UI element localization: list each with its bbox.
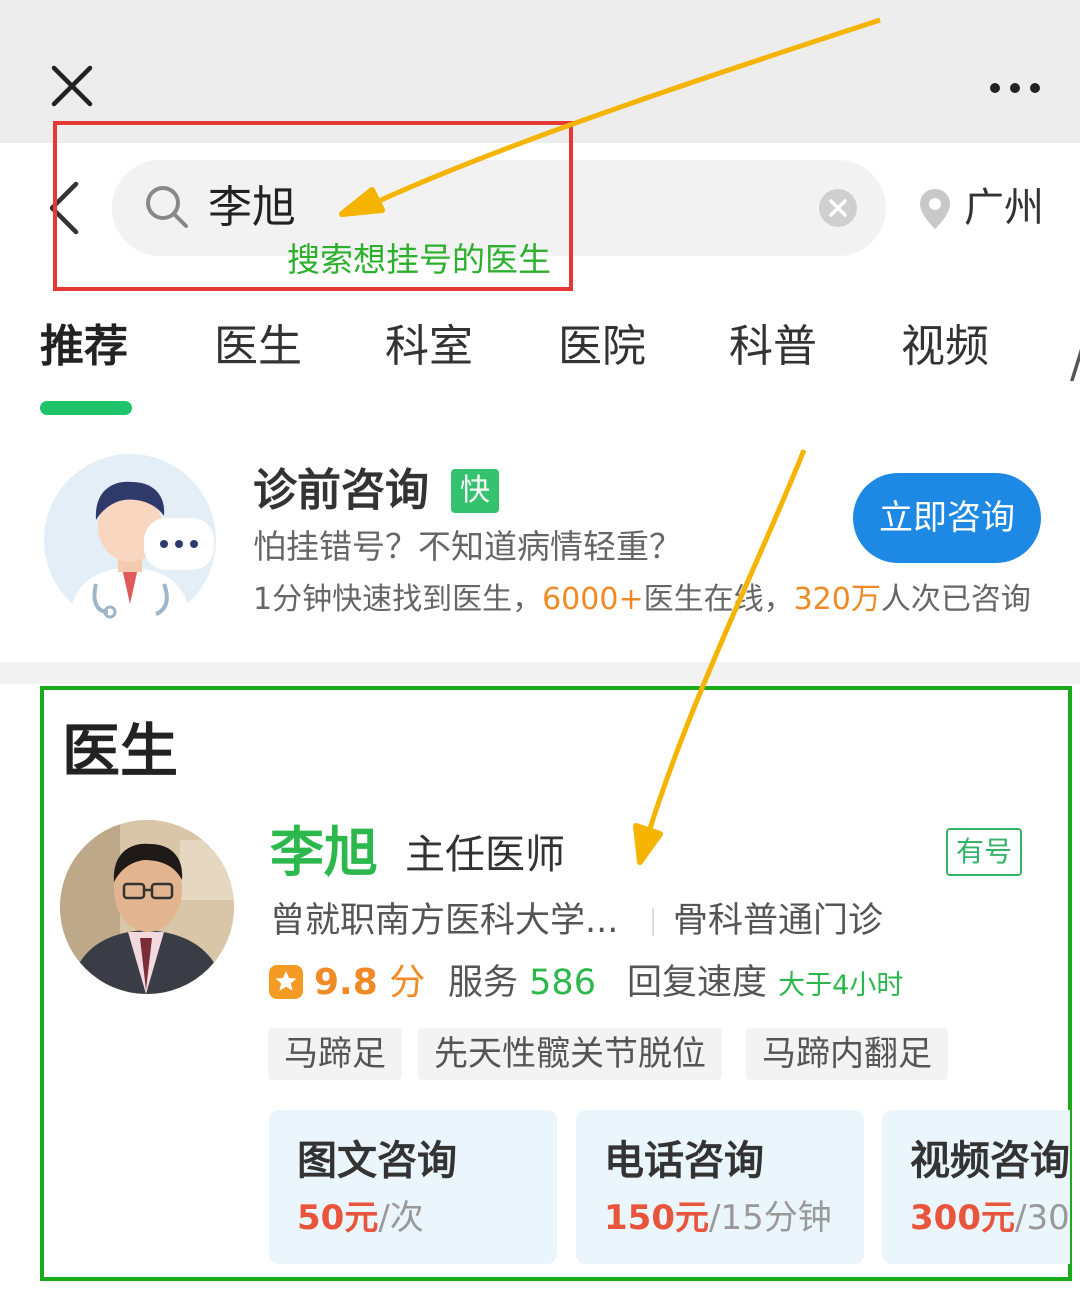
divider	[652, 908, 654, 936]
service-title: 图文咨询	[297, 1138, 457, 1184]
tab-overflow-hint: /	[1070, 333, 1080, 393]
annotation-hint: 搜索想挂号的医生	[287, 240, 551, 279]
location-pin-icon	[920, 189, 950, 229]
stats-suffix: 人次已咨询	[880, 582, 1031, 617]
rating-unit: 分	[389, 962, 426, 1003]
doctor-institution: 曾就职南方医科大学...	[270, 901, 619, 941]
doctor-title: 主任医师	[405, 832, 565, 878]
service-price: 150元/15分钟	[604, 1194, 832, 1242]
consult-title: 诊前咨询	[253, 465, 429, 516]
service-price: 50元/次	[297, 1194, 424, 1242]
doctor-name[interactable]: 李旭	[270, 820, 378, 886]
doctor-rating: 9.8 分	[314, 958, 425, 1008]
service-title: 视频咨询	[910, 1138, 1070, 1184]
doctor-avatar[interactable]	[60, 820, 234, 994]
service-card-text[interactable]: 图文咨询 50元/次	[269, 1110, 557, 1264]
consult-subtitle: 怕挂错号？不知道病情轻重？	[253, 527, 682, 566]
tab-hospital[interactable]: 医院	[558, 317, 646, 377]
tab-department[interactable]: 科室	[385, 317, 473, 377]
doctors-online-count: 6000+	[542, 582, 644, 617]
service-price: 300元/30分钟	[910, 1194, 1070, 1242]
close-icon[interactable]	[48, 62, 96, 110]
specialty-tag[interactable]: 先天性髋关节脱位	[418, 1028, 722, 1080]
availability-badge: 有号	[946, 828, 1022, 876]
price-unit: /15分钟	[708, 1198, 832, 1238]
price-amount: 50元	[297, 1198, 379, 1238]
consult-count: 320万	[793, 582, 881, 617]
tab-recommend[interactable]: 推荐	[40, 317, 128, 377]
price-unit: /30分钟	[1014, 1198, 1070, 1238]
star-rating-icon	[269, 965, 303, 999]
section-separator	[0, 662, 1080, 684]
stats-middle: 医生在线，	[643, 582, 794, 617]
service-title: 电话咨询	[604, 1138, 764, 1184]
tab-doctor[interactable]: 医生	[214, 317, 302, 377]
section-title-doctor: 医生	[62, 717, 179, 785]
rating-value: 9.8	[314, 962, 378, 1003]
price-amount: 300元	[910, 1198, 1015, 1238]
specialty-tag[interactable]: 马蹄内翻足	[746, 1028, 948, 1080]
clear-icon[interactable]	[818, 188, 858, 228]
price-amount: 150元	[604, 1198, 709, 1238]
specialty-tag[interactable]: 马蹄足	[268, 1028, 402, 1080]
fast-badge: 快	[451, 469, 499, 513]
service-cards: 图文咨询 50元/次 电话咨询 150元/15分钟 视频咨询 300元/30分钟	[44, 1104, 1070, 1276]
service-value: 586	[529, 963, 596, 1003]
reply-label: 回复速度	[627, 963, 768, 1003]
reply-value: 大于4小时	[778, 970, 904, 1001]
consult-avatar-illustration	[44, 454, 216, 626]
service-label: 服务	[448, 963, 519, 1003]
service-card-video[interactable]: 视频咨询 300元/30分钟	[882, 1110, 1070, 1264]
doctor-department: 骨科普通门诊	[673, 901, 884, 941]
more-icon[interactable]	[985, 78, 1045, 98]
tab-bar: 推荐 医生 科室 医院 科普 视频 /	[0, 303, 1080, 423]
tab-active-indicator	[40, 401, 132, 415]
reply-speed: 回复速度 大于4小时	[627, 958, 903, 1011]
service-count: 服务 586	[448, 958, 596, 1008]
city-selector[interactable]: 广州	[964, 180, 1044, 236]
stats-prefix: 1分钟快速找到医生，	[253, 582, 543, 617]
service-card-phone[interactable]: 电话咨询 150元/15分钟	[576, 1110, 864, 1264]
price-unit: /次	[378, 1198, 424, 1238]
consult-now-button[interactable]: 立即咨询	[853, 473, 1041, 563]
tab-science[interactable]: 科普	[729, 317, 817, 377]
consult-stats: 1分钟快速找到医生，6000+医生在线，320万人次已咨询	[253, 578, 1031, 622]
tab-video[interactable]: 视频	[901, 317, 989, 377]
